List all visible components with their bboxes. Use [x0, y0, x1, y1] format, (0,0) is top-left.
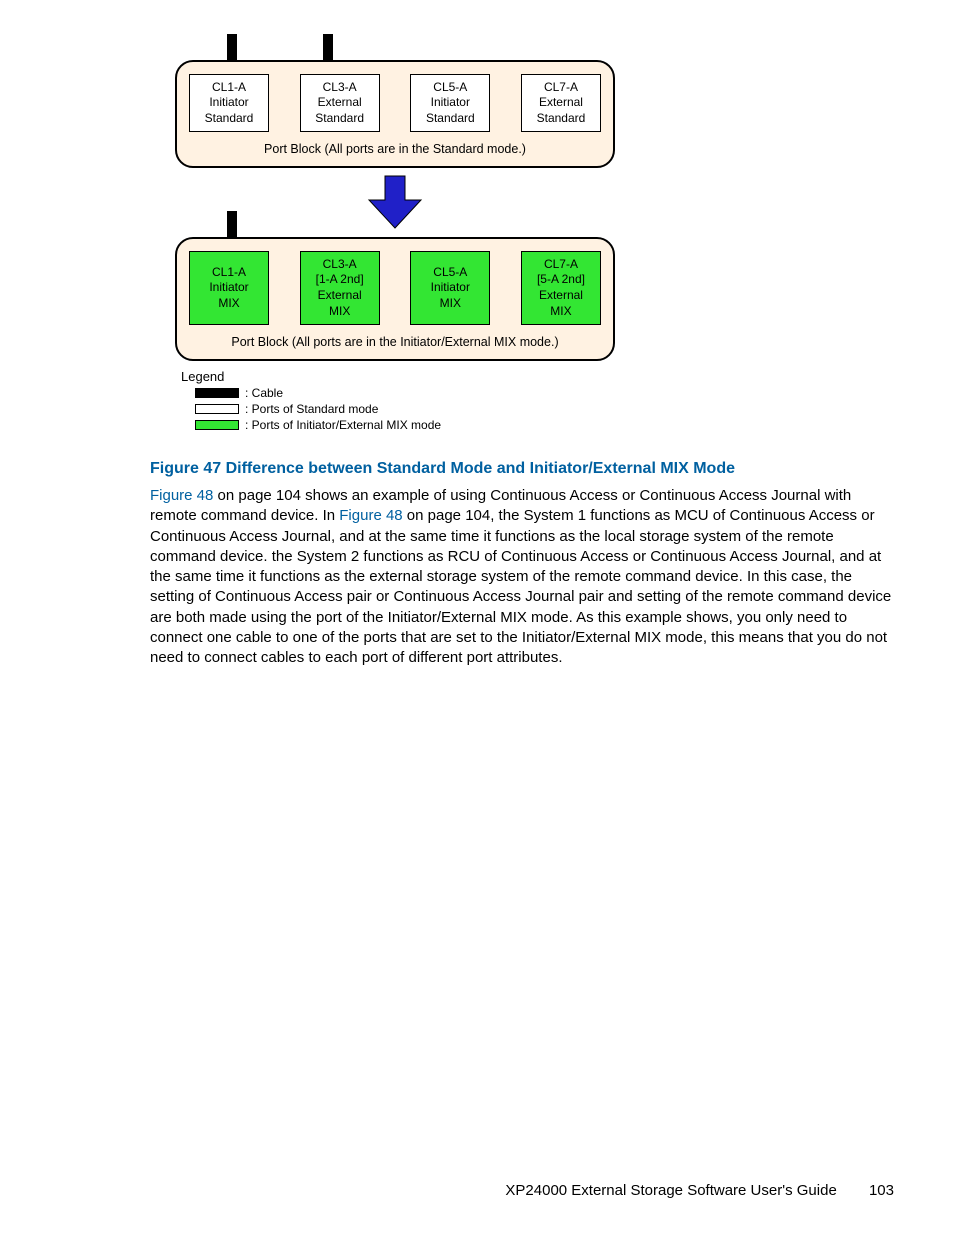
- port-block-mix: CL1-A Initiator MIX CL3-A [1-A 2nd] Exte…: [175, 237, 615, 361]
- port-role: Initiator: [413, 280, 487, 296]
- figure-link[interactable]: Figure 48: [339, 507, 402, 524]
- port-name: CL3-A: [303, 257, 377, 273]
- port-box: CL1-A Initiator MIX: [189, 251, 269, 325]
- legend-swatch-cable: [195, 388, 239, 398]
- port-role: Initiator: [192, 280, 266, 296]
- diagram: CL1-A Initiator Standard CL3-A External …: [175, 60, 615, 432]
- footer-page-number: 103: [869, 1182, 894, 1199]
- page-footer: XP24000 External Storage Software User's…: [505, 1182, 894, 1199]
- legend-swatch-mix: [195, 420, 239, 430]
- footer-doc-title: XP24000 External Storage Software User's…: [505, 1182, 836, 1199]
- port-role: External: [303, 288, 377, 304]
- port-name: CL7-A: [524, 257, 598, 273]
- figure-link[interactable]: Figure 48: [150, 487, 213, 504]
- port-box: CL1-A Initiator Standard: [189, 74, 269, 132]
- port-box: CL5-A Initiator Standard: [410, 74, 490, 132]
- port-role: External: [524, 95, 598, 111]
- figure-title: Figure 47 Difference between Standard Mo…: [150, 460, 894, 478]
- port-mode: Standard: [303, 111, 377, 127]
- legend-swatch-standard: [195, 404, 239, 414]
- port-block-standard: CL1-A Initiator Standard CL3-A External …: [175, 60, 615, 168]
- arrow-down-icon: [175, 168, 615, 237]
- body-paragraph: Figure 48 on page 104 shows an example o…: [150, 486, 894, 668]
- port-box: CL7-A [5-A 2nd] External MIX: [521, 251, 601, 325]
- port-box: CL3-A [1-A 2nd] External MIX: [300, 251, 380, 325]
- port-name: CL1-A: [192, 80, 266, 96]
- port-role: Initiator: [192, 95, 266, 111]
- legend-label: : Ports of Standard mode: [245, 402, 378, 416]
- port-sub: [1-A 2nd]: [303, 272, 377, 288]
- port-role: External: [303, 95, 377, 111]
- port-role: Initiator: [413, 95, 487, 111]
- port-name: CL7-A: [524, 80, 598, 96]
- port-name: CL5-A: [413, 265, 487, 281]
- port-sub: [5-A 2nd]: [524, 272, 598, 288]
- port-mode: MIX: [524, 304, 598, 320]
- port-mode: MIX: [303, 304, 377, 320]
- port-box: CL3-A External Standard: [300, 74, 380, 132]
- block-caption: Port Block (All ports are in the Standar…: [189, 132, 601, 162]
- port-mode: Standard: [413, 111, 487, 127]
- port-name: CL3-A: [303, 80, 377, 96]
- legend-title: Legend: [181, 369, 615, 384]
- port-mode: MIX: [192, 296, 266, 312]
- port-mode: MIX: [413, 296, 487, 312]
- port-role: External: [524, 288, 598, 304]
- port-box: CL7-A External Standard: [521, 74, 601, 132]
- block-caption: Port Block (All ports are in the Initiat…: [189, 325, 601, 355]
- body-text: on page 104, the System 1 functions as M…: [150, 507, 891, 666]
- port-mode: Standard: [192, 111, 266, 127]
- legend-label: : Cable: [245, 386, 283, 400]
- legend: Legend : Cable : Ports of Standard mode …: [175, 369, 615, 432]
- port-box: CL5-A Initiator MIX: [410, 251, 490, 325]
- port-name: CL1-A: [192, 265, 266, 281]
- legend-label: : Ports of Initiator/External MIX mode: [245, 418, 441, 432]
- port-name: CL5-A: [413, 80, 487, 96]
- port-mode: Standard: [524, 111, 598, 127]
